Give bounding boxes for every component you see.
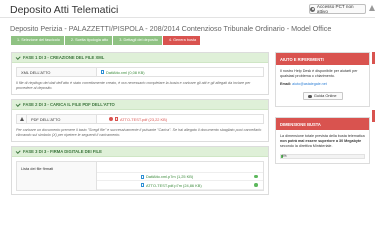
section-xml-title: FASE 1 DI 3 - CREAZIONE DEL FILE XML xyxy=(23,55,105,60)
pdf-file-name[interactable]: ATTO-TEST.pdf (23,22 KB) xyxy=(120,117,167,122)
step-3[interactable]: 3. Dettagli del deposito xyxy=(113,36,162,45)
section-pdf-header: FASE 2 DI 3 - CARICA IL FILE PDF DELL'AT… xyxy=(12,100,268,110)
pdf-icon xyxy=(115,117,118,121)
email-label: Email: xyxy=(280,81,292,86)
file-icon xyxy=(141,174,144,179)
pdf-row-label: PDF DELL'ATTO xyxy=(27,115,97,123)
check-icon xyxy=(15,54,21,60)
guide-button-label: Guida Online xyxy=(313,92,337,98)
step-4[interactable]: 4. Genera busta xyxy=(162,36,201,45)
section-xml-header: FASE 1 DI 3 - CREAZIONE DEL FILE XML xyxy=(12,53,268,63)
section-sign-header: FASE 3 DI 3 - FIRMA DIGITALE DEI FILE xyxy=(12,147,268,157)
caret-up-icon[interactable] xyxy=(369,5,375,11)
section-pdf: FASE 2 DI 3 - CARICA IL FILE PDF DELL'AT… xyxy=(11,99,269,142)
remove-icon[interactable] xyxy=(109,117,113,121)
size-panel-title: DIMENSIONE BUSTA xyxy=(276,118,369,131)
size-panel: DIMENSIONE BUSTA La dimensione totale pr… xyxy=(275,117,370,164)
email-link[interactable]: aiuto@astalegale.net xyxy=(292,82,327,86)
xml-row: XML DELL'ATTO DatiAtto.xml (0,08 KB) xyxy=(16,67,264,77)
warning-icon xyxy=(19,117,24,121)
step-1[interactable]: 1. Selezione del fascicolo xyxy=(11,36,64,45)
size-progress-text: 0% xyxy=(282,154,287,159)
size-progress-bar: 0% xyxy=(280,153,365,159)
signed-files-list: DatiAtto.xml.p7m (1,25 KB) ATTO-TEST.pdf… xyxy=(97,162,263,190)
guide-button[interactable]: Guida Online xyxy=(302,92,343,101)
pdf-note: Per caricare un documento premere il tas… xyxy=(16,128,262,137)
section-xml: FASE 1 DI 3 - CREAZIONE DEL FILE XML XML… xyxy=(11,52,269,95)
circle-icon xyxy=(310,6,315,12)
size-text-bold: non potrà mai essere superiore a 30 Mega… xyxy=(280,139,362,144)
size-text-pre: La dimensione totale prevista della bust… xyxy=(280,134,365,139)
sidebar: AIUTO E RIFERIMENTI Il nostro Help Desk … xyxy=(275,52,370,174)
ok-icon xyxy=(254,174,258,179)
ok-icon xyxy=(254,183,258,187)
list-item[interactable]: ATTO-TEST.pdf.p7m (24,86 KB) xyxy=(97,181,263,190)
step-2[interactable]: 2. Scelta tipologia atto xyxy=(64,36,113,45)
warning-cell xyxy=(17,115,27,123)
size-text-post: secondo la direttiva Ministeriale. xyxy=(280,143,333,148)
section-pdf-title: FASE 2 DI 3 - CARICA IL FILE PDF DELL'AT… xyxy=(23,102,115,107)
check-icon xyxy=(15,148,21,154)
help-panel: AIUTO E RIFERIMENTI Il nostro Help Desk … xyxy=(275,52,370,108)
list-item[interactable]: DatiAtto.xml.p7m (1,25 KB) xyxy=(97,172,263,181)
wizard-steps: 1. Selezione del fascicolo 2. Scelta tip… xyxy=(11,36,201,45)
header-bar: Deposito Atti Telematici Accesso PCT non… xyxy=(0,0,375,18)
section-sign: FASE 3 DI 3 - FIRMA DIGITALE DEI FILE Li… xyxy=(11,146,269,195)
page-title: Deposito Atti Telematici xyxy=(10,4,119,16)
question-icon xyxy=(308,94,312,99)
xml-file-link[interactable]: DatiAtto.xml (0,08 KB) xyxy=(97,68,263,76)
signed-files-table: Lista dei file firmati DatiAtto.xml.p7m … xyxy=(16,161,264,191)
deposit-subtitle: Deposito Perizia - PALAZZETTI/PISPOLA - … xyxy=(10,24,332,33)
main-content: FASE 1 DI 3 - CREAZIONE DEL FILE XML XML… xyxy=(11,52,269,199)
signed-files-label: Lista dei file firmati xyxy=(17,162,97,190)
file-icon xyxy=(101,70,104,74)
size-text: La dimensione totale prevista della bust… xyxy=(280,134,365,148)
pdf-row: PDF DELL'ATTO ATTO-TEST.pdf (23,22 KB) xyxy=(16,114,264,124)
help-panel-title: AIUTO E RIFERIMENTI xyxy=(276,53,369,65)
pct-status-label: Accesso PCT non attivo xyxy=(316,4,354,14)
help-text: Il nostro Help Desk è disponibile per ai… xyxy=(280,69,358,78)
xml-note: Il file di riepilogo dei dati dell'atto … xyxy=(16,81,251,90)
xml-file-name[interactable]: DatiAtto.xml (0,08 KB) xyxy=(106,70,145,75)
pdf-file-link[interactable]: ATTO-TEST.pdf (23,22 KB) xyxy=(97,115,263,123)
check-icon xyxy=(15,101,21,107)
section-sign-title: FASE 3 DI 3 - FIRMA DIGITALE DEI FILE xyxy=(23,149,102,154)
signed-file-name[interactable]: DatiAtto.xml.p7m (1,25 KB) xyxy=(146,174,193,179)
signed-file-name[interactable]: ATTO-TEST.pdf.p7m (24,86 KB) xyxy=(146,183,202,188)
pct-status-button[interactable]: Accesso PCT non attivo xyxy=(309,4,366,14)
file-icon xyxy=(141,183,144,187)
help-email-row: Email: aiuto@astalegale.net xyxy=(280,82,365,87)
xml-row-label: XML DELL'ATTO xyxy=(17,68,97,76)
